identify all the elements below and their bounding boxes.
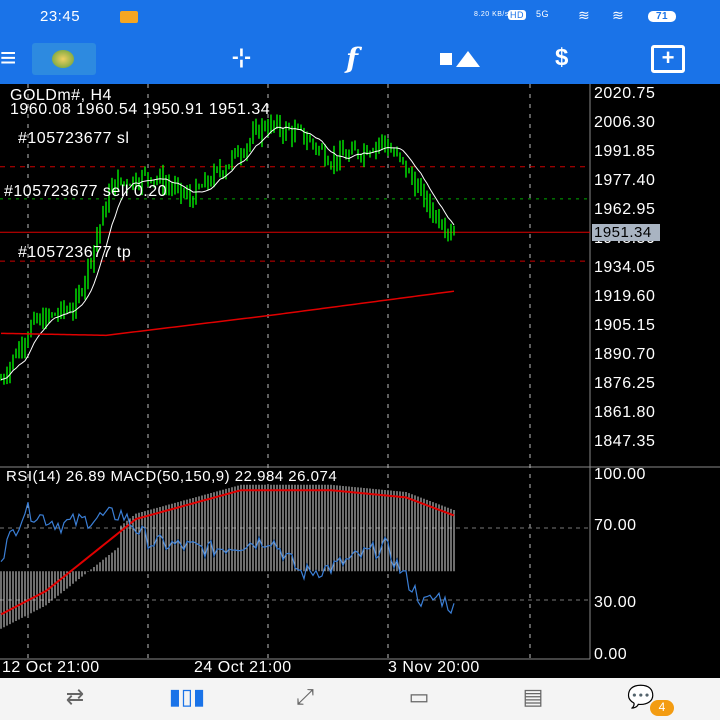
- macd-signal-line: [0, 489, 455, 616]
- price-axis-label: 1991.85: [594, 143, 656, 160]
- toolbar: ≡ -¦- f $ +: [0, 34, 720, 84]
- price-axis-label: 1919.60: [594, 288, 656, 305]
- chart-tab-icon[interactable]: ▮▯▮: [162, 684, 212, 714]
- price-axis-label: 1934.05: [594, 259, 656, 276]
- level-100: 100.00: [594, 466, 646, 483]
- price-axis-label: 1977.40: [594, 172, 656, 189]
- clock: 23:45: [40, 8, 81, 25]
- ohlc-label: 1960.08 1960.54 1950.91 1951.34: [10, 101, 271, 118]
- price-axis-label: 2020.75: [594, 85, 656, 102]
- price-axis-label: 1890.70: [594, 346, 656, 363]
- price-axis-label: 1905.15: [594, 317, 656, 334]
- quotes-icon[interactable]: ⇄: [50, 684, 100, 714]
- history-icon[interactable]: ▭: [394, 684, 444, 714]
- current-price-label: 1951.34: [592, 224, 660, 241]
- level-30: 30.00: [594, 594, 637, 611]
- battery-icon: 71: [648, 11, 677, 22]
- time-label: 3 Nov 20:00: [388, 659, 480, 676]
- price-axis-label: 1847.35: [594, 433, 656, 450]
- sl-order-label: #105723677 sl: [18, 130, 130, 147]
- price-chart[interactable]: GOLDm#, H4 1960.08 1960.54 1950.91 1951.…: [0, 84, 720, 678]
- tp-order-label: #105723677 tp: [18, 244, 132, 261]
- wifi-icon-2: ≋: [612, 7, 625, 23]
- trade-tab-icon[interactable]: ⤢: [280, 684, 330, 714]
- price-axis-label: 1876.25: [594, 375, 656, 392]
- news-icon[interactable]: ▤: [508, 684, 558, 714]
- menu-icon[interactable]: ≡: [0, 42, 16, 74]
- level-70: 70.00: [594, 517, 637, 534]
- subwindow-title: RSI(14) 26.89 MACD(50,150,9) 22.984 26.0…: [6, 468, 338, 485]
- indicators-icon[interactable]: f: [346, 42, 358, 75]
- price-axis-label: 1861.80: [594, 404, 656, 421]
- signal-icon: 5G: [536, 9, 550, 19]
- price-axis-label: 2006.30: [594, 114, 656, 131]
- new-order-icon[interactable]: +: [651, 45, 685, 73]
- crosshair-icon[interactable]: -¦-: [232, 46, 251, 69]
- wifi-icon: ≋: [578, 7, 591, 23]
- status-bar: 23:45 8.20 KB/s HD 5G ≋ ≋ 71: [0, 0, 720, 34]
- ma-slow-line: [0, 290, 455, 337]
- objects-icon[interactable]: [440, 51, 480, 69]
- notification-icon: [120, 11, 138, 23]
- trade-icon[interactable]: $: [555, 44, 568, 72]
- bottom-nav: ⇄ ▮▯▮ ⤢ ▭ ▤ 💬 4: [0, 678, 720, 720]
- level-0: 0.00: [594, 646, 628, 663]
- price-axis-label: 1962.95: [594, 201, 656, 218]
- rsi-line: [0, 502, 455, 615]
- sell-order-label: #105723677 sell 0.20: [4, 183, 168, 200]
- time-label: 12 Oct 21:00: [2, 659, 100, 676]
- app-logo[interactable]: [32, 43, 96, 75]
- messages-badge: 4: [650, 700, 674, 716]
- hd-icon: HD: [508, 10, 526, 20]
- net-speed: 8.20 KB/s: [474, 11, 509, 18]
- time-label: 24 Oct 21:00: [194, 659, 292, 676]
